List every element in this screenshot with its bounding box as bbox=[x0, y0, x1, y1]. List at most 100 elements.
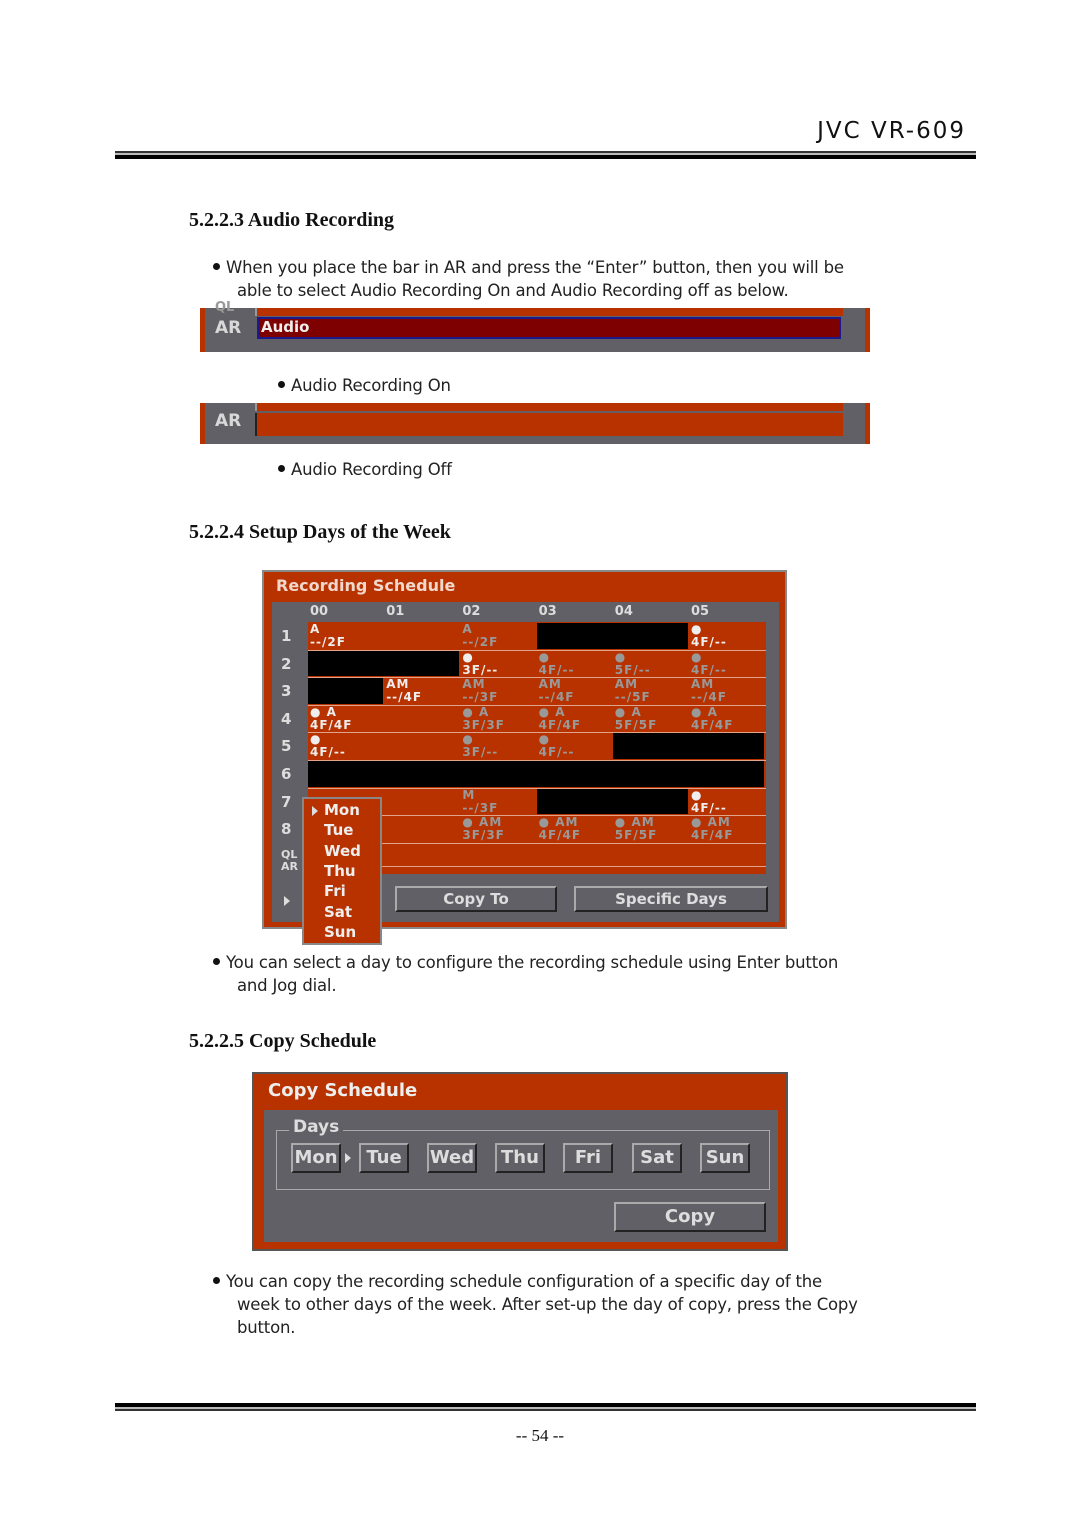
day-button-wed[interactable]: Wed bbox=[427, 1143, 477, 1173]
cell-mode: ● A bbox=[614, 704, 642, 719]
cell-fps: 4F/4F bbox=[691, 828, 734, 843]
cell-fps: --/4F bbox=[386, 690, 423, 705]
schedule-cell[interactable]: AM --/4F bbox=[691, 678, 727, 704]
copy-button[interactable]: Copy bbox=[614, 1202, 766, 1232]
schedule-cell[interactable]: ● 3F/-- bbox=[462, 650, 499, 677]
blocked-slot[interactable] bbox=[308, 761, 765, 787]
cell-fps: --/2F bbox=[462, 635, 499, 649]
schedule-cell[interactable]: ● AM 3F/3F bbox=[462, 816, 504, 842]
row-label-8: 8 bbox=[281, 820, 292, 839]
specific-days-button[interactable]: Specific Days bbox=[574, 886, 768, 912]
hour-label-04: 04 bbox=[614, 604, 633, 619]
schedule-cell[interactable]: M --/3F bbox=[462, 788, 498, 815]
copy-schedule-window: Copy Schedule Days Mon Tue Wed Thu Fri Sat Sun… bbox=[252, 1072, 788, 1251]
days-group: Days Mon Tue Wed Thu Fri Sat Sun bbox=[276, 1117, 770, 1190]
cell-fps: --/2F bbox=[310, 635, 346, 649]
audio-recording-select-on[interactable]: Audio bbox=[257, 317, 841, 339]
hour-label-02: 02 bbox=[462, 604, 481, 619]
day-button-tue[interactable]: Tue bbox=[359, 1143, 409, 1173]
schedule-cell[interactable]: ● 4F/-- bbox=[310, 733, 346, 759]
blocked-slot[interactable] bbox=[536, 788, 688, 815]
day-option-mon[interactable]: Mon bbox=[324, 801, 360, 819]
cell-fps: 3F/-- bbox=[462, 662, 499, 677]
day-button-fri[interactable]: Fri bbox=[563, 1143, 613, 1173]
schedule-cell[interactable]: AM --/4F bbox=[386, 678, 422, 704]
day-button-thu[interactable]: Thu bbox=[495, 1143, 545, 1173]
hour-label-00: 00 bbox=[310, 604, 329, 619]
copy-schedule-panel: Days Mon Tue Wed Thu Fri Sat Sun Copy bbox=[264, 1110, 778, 1242]
schedule-cell[interactable]: ● AM 5F/5F bbox=[615, 816, 657, 842]
schedule-cell[interactable]: ● 4F/-- bbox=[691, 650, 727, 677]
days-group-label: Days bbox=[289, 1117, 344, 1137]
blocked-slot[interactable] bbox=[308, 650, 460, 677]
schedule-cell[interactable]: ● AM 4F/4F bbox=[691, 816, 733, 842]
ql-row bbox=[255, 403, 843, 411]
bullet-icon bbox=[278, 381, 285, 388]
copy-note-line3: button. bbox=[237, 1318, 296, 1337]
cell-fps: 4F/-- bbox=[691, 800, 727, 815]
copy-note-line2: week to other days of the week. After se… bbox=[237, 1295, 858, 1314]
bullet-icon bbox=[213, 958, 220, 965]
schedule-cell[interactable]: ● 3F/-- bbox=[462, 733, 498, 759]
day-button-sun[interactable]: Sun bbox=[700, 1143, 750, 1173]
schedule-cell[interactable]: A --/2F bbox=[462, 623, 498, 649]
day-option-fri[interactable]: Fri bbox=[324, 882, 346, 900]
schedule-cell[interactable]: ● 4F/-- bbox=[539, 650, 575, 677]
blocked-slot[interactable] bbox=[308, 678, 384, 704]
schedule-cell[interactable]: ● A 3F/3F bbox=[462, 704, 504, 732]
schedule-cell[interactable]: ● 5F/-- bbox=[614, 650, 651, 677]
day-dropdown[interactable]: Mon Tue Wed Thu Fri Sat Sun bbox=[302, 797, 382, 945]
cell-fps: 4F/-- bbox=[538, 745, 575, 760]
copy-to-button[interactable]: Copy To bbox=[395, 886, 557, 912]
selected-day-arrow-icon bbox=[345, 1153, 351, 1163]
day-option-tue[interactable]: Tue bbox=[324, 821, 353, 839]
section-title-copy-schedule: 5.2.2.5 Copy Schedule bbox=[189, 1030, 377, 1052]
ql-label: QL bbox=[215, 300, 235, 315]
day-option-wed[interactable]: Wed bbox=[324, 842, 361, 860]
schedule-cell[interactable]: ● A 4F/4F bbox=[691, 705, 734, 732]
day-option-sun[interactable]: Sun bbox=[324, 923, 356, 941]
day-button-sat[interactable]: Sat bbox=[632, 1143, 682, 1173]
cell-fps: 4F/4F bbox=[310, 717, 353, 732]
cell-fps: 4F/4F bbox=[538, 828, 582, 843]
schedule-cell[interactable]: A --/2F bbox=[310, 623, 346, 649]
cell-fps: 4F/4F bbox=[691, 717, 734, 732]
blocked-slot[interactable] bbox=[612, 733, 765, 759]
schedule-cell[interactable]: ● A 5F/5F bbox=[614, 704, 658, 732]
schedule-cell[interactable]: ● A 4F/4F bbox=[310, 705, 353, 732]
section-title-setup-days: 5.2.2.4 Setup Days of the Week bbox=[189, 521, 451, 543]
audio-intro-line2: able to select Audio Recording On and Au… bbox=[237, 281, 789, 300]
hour-label-03: 03 bbox=[538, 604, 557, 619]
cell-fps: --/3F bbox=[462, 690, 499, 705]
cell-fps: 4F/-- bbox=[691, 662, 727, 677]
audio-recording-select-off[interactable] bbox=[255, 413, 843, 436]
day-option-sat[interactable]: Sat bbox=[324, 903, 352, 921]
recording-schedule-window: Recording Schedule A --/2F A --/2F ● 4F/-- ● 3F… bbox=[262, 570, 787, 945]
header-rule bbox=[115, 151, 976, 159]
audio-on-caption-text: Audio Recording On bbox=[291, 376, 451, 395]
schedule-cell[interactable]: ● 4F/-- bbox=[539, 733, 575, 759]
schedule-cell[interactable]: ● AM 4F/4F bbox=[539, 816, 581, 842]
schedule-cell[interactable]: ● 4F/-- bbox=[691, 623, 727, 649]
schedule-cell[interactable]: AM --/4F bbox=[539, 678, 575, 704]
bullet-icon bbox=[213, 1277, 220, 1284]
selected-arrow-icon bbox=[312, 806, 318, 816]
blocked-slot[interactable] bbox=[536, 623, 688, 649]
audio-recording-off-screenshot: AR bbox=[200, 403, 870, 444]
days-note-paragraph: You can select a day to configure the re… bbox=[213, 951, 933, 997]
schedule-cell[interactable]: ● A 4F/4F bbox=[538, 705, 582, 732]
audio-on-caption: Audio Recording On bbox=[278, 374, 451, 397]
cell-fps: --/5F bbox=[614, 690, 651, 705]
cell-fps: --/4F bbox=[538, 690, 575, 705]
schedule-cell[interactable]: AM --/3F bbox=[462, 678, 498, 704]
day-button-mon[interactable]: Mon bbox=[291, 1143, 341, 1173]
schedule-cell[interactable]: AM --/5F bbox=[615, 678, 651, 704]
cell-fps: 4F/4F bbox=[538, 717, 582, 732]
cell-fps: 5F/-- bbox=[614, 662, 651, 677]
day-option-thu[interactable]: Thu bbox=[324, 862, 356, 880]
footer-rule bbox=[115, 1403, 976, 1411]
cell-mode: ● A bbox=[462, 704, 490, 719]
schedule-cell[interactable]: ● 4F/-- bbox=[691, 788, 727, 815]
bullet-icon bbox=[213, 263, 220, 270]
cell-fps: 5F/5F bbox=[614, 717, 658, 732]
